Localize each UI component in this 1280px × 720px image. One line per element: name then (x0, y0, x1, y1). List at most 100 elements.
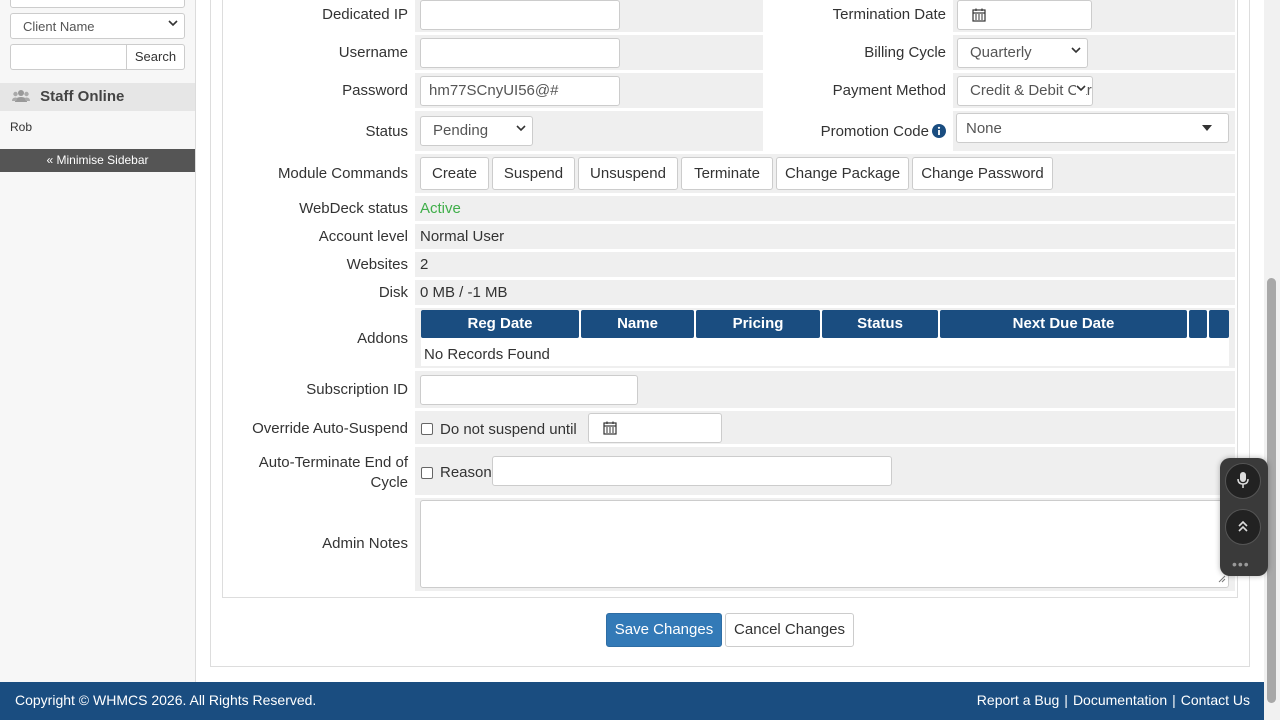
row-override-auto-suspend: Override Auto-Suspend Do not suspend unt… (224, 411, 1235, 444)
payment-method-value: Credit & Debit Card (970, 82, 1093, 99)
save-changes-button[interactable]: Save Changes (606, 613, 722, 647)
termination-date-input[interactable] (957, 0, 1092, 30)
contact-us-link[interactable]: Contact Us (1181, 692, 1250, 708)
promotion-code-label: Promotion Code (760, 111, 950, 151)
row-username: Username Billing Cycle Quarterly (224, 35, 1235, 70)
change-password-button[interactable]: Change Password (912, 157, 1053, 190)
status-select[interactable]: Pending (420, 116, 533, 146)
suspend-until-date-input[interactable] (588, 413, 722, 443)
suspend-button[interactable]: Suspend (492, 157, 575, 190)
subscription-id-input[interactable] (420, 375, 638, 405)
promotion-code-cell: None (953, 111, 1235, 151)
minimise-sidebar-button[interactable]: « Minimise Sidebar (0, 149, 195, 172)
addons-col-pricing[interactable]: Pricing (696, 310, 820, 338)
page-scrollbar[interactable] (1264, 0, 1280, 720)
webdeck-status-label: WebDeck status (299, 200, 408, 217)
sidebar-top-input[interactable] (10, 0, 185, 8)
billing-cycle-value: Quarterly (970, 44, 1032, 61)
report-bug-link[interactable]: Report a Bug (977, 692, 1060, 708)
row-account-level: Account level Normal User (224, 224, 1235, 249)
module-commands-cell: Create Suspend Unsuspend Terminate Chang… (415, 154, 1235, 193)
subscription-id-cell (415, 371, 1235, 408)
addons-label: Addons (357, 330, 408, 347)
sidebar-search-button[interactable]: Search (126, 44, 185, 70)
footer-links: Report a Bug | Documentation | Contact Us (977, 692, 1250, 708)
documentation-link[interactable]: Documentation (1073, 692, 1167, 708)
override-auto-suspend-label: Override Auto-Suspend (252, 420, 408, 437)
row-module-commands: Module Commands Create Suspend Unsuspend… (224, 154, 1235, 193)
users-icon (12, 89, 32, 107)
termination-reason-input[interactable] (492, 456, 892, 486)
auto-terminate-label: Auto-Terminate End of Cycle (224, 447, 412, 495)
staff-online-title: Staff Online (40, 88, 125, 105)
scroll-to-top-button[interactable] (1225, 509, 1261, 545)
admin-notes-textarea[interactable] (420, 500, 1229, 588)
info-icon[interactable] (932, 124, 946, 142)
billing-cycle-cell: Quarterly (953, 35, 1235, 70)
double-chevron-up-icon (1237, 519, 1249, 536)
promotion-code-select[interactable]: None (956, 113, 1229, 143)
override-auto-suspend-checkbox[interactable] (421, 423, 433, 435)
addons-empty-text: No Records Found (424, 346, 550, 363)
addons-col-name[interactable]: Name (581, 310, 694, 338)
billing-cycle-select[interactable]: Quarterly (957, 38, 1088, 68)
staff-member: Rob (10, 120, 33, 134)
username-cell (415, 35, 763, 70)
websites-cell (415, 252, 1235, 277)
password-input[interactable]: hm77SCnyUI56@# (420, 76, 620, 106)
addons-col-reg-date[interactable]: Reg Date (421, 310, 579, 338)
addons-col-delete (1209, 310, 1229, 338)
staff-online-heading: Staff Online (0, 83, 195, 111)
password-label: Password (342, 82, 408, 99)
addons-table: Reg Date Name Pricing Status Next Due Da… (421, 310, 1229, 366)
row-addons: Addons Reg Date Name Pricing Status Next… (224, 308, 1235, 368)
reason-label: Reason (440, 464, 492, 481)
do-not-suspend-until-label: Do not suspend until (440, 421, 577, 438)
username-label: Username (338, 44, 408, 61)
termination-date-label: Termination Date (832, 6, 946, 23)
cancel-changes-button[interactable]: Cancel Changes (725, 613, 854, 647)
row-disk: Disk 0 MB / -1 MB (224, 280, 1235, 305)
override-auto-suspend-cell: Do not suspend until (415, 411, 1235, 444)
sidebar-search-input[interactable] (10, 44, 127, 70)
chevron-down-icon (1071, 45, 1081, 58)
username-input[interactable] (420, 38, 620, 68)
admin-notes-cell (415, 498, 1235, 591)
row-password: Password hm77SCnyUI56@# Payment Method C… (224, 73, 1235, 108)
row-auto-terminate: Auto-Terminate End of Cycle Reason (224, 447, 1235, 495)
account-level-label: Account level (318, 228, 408, 245)
websites-label: Websites (346, 256, 408, 273)
billing-cycle-label: Billing Cycle (864, 44, 946, 61)
websites-value: 2 (420, 256, 429, 273)
disk-cell (415, 280, 1235, 305)
auto-terminate-label-line1: Auto-Terminate End of (258, 454, 408, 471)
calendar-icon (972, 8, 986, 22)
change-package-button[interactable]: Change Package (776, 157, 909, 190)
chevron-down-icon (1076, 83, 1086, 96)
dedicated-ip-input[interactable] (420, 0, 620, 30)
footer: Copyright © WHMCS 2026. All Rights Reser… (0, 682, 1264, 720)
more-options-icon[interactable]: ••• (1232, 556, 1250, 572)
addons-col-status[interactable]: Status (822, 310, 938, 338)
row-status: Status Pending Promotion Code None (224, 111, 1235, 151)
addons-col-next-due-date[interactable]: Next Due Date (940, 310, 1187, 338)
microphone-button[interactable] (1225, 463, 1261, 499)
terminate-button[interactable]: Terminate (681, 157, 773, 190)
account-level-value: Normal User (420, 228, 505, 245)
create-button[interactable]: Create (420, 157, 489, 190)
admin-notes-label: Admin Notes (322, 535, 408, 552)
webdeck-status-cell (415, 196, 1235, 221)
row-webdeck-status: WebDeck status Active (224, 196, 1235, 221)
payment-method-cell: Credit & Debit Card (953, 73, 1235, 108)
addons-cell: Reg Date Name Pricing Status Next Due Da… (415, 308, 1235, 368)
disk-label: Disk (378, 284, 408, 301)
footer-separator: | (1064, 692, 1068, 708)
unsuspend-button[interactable]: Unsuspend (578, 157, 678, 190)
payment-method-label: Payment Method (832, 82, 946, 99)
payment-method-select[interactable]: Credit & Debit Card (957, 76, 1093, 106)
status-cell: Pending (415, 111, 763, 151)
client-search-type-select[interactable]: Client Name (10, 13, 185, 39)
termination-date-cell (953, 0, 1235, 32)
auto-terminate-checkbox[interactable] (421, 467, 433, 479)
scrollbar-thumb[interactable] (1267, 278, 1276, 703)
